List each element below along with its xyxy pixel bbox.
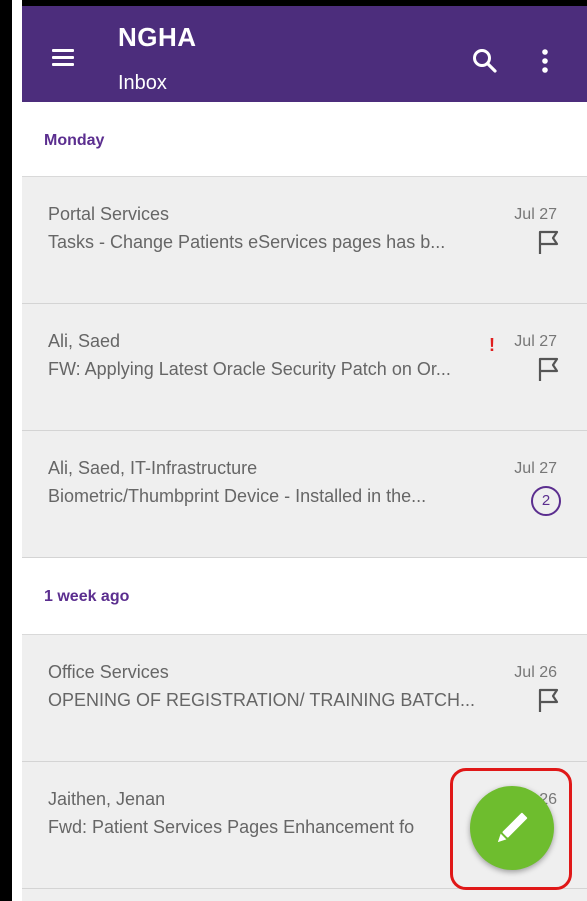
email-row[interactable]: Portal Services Jul 27 Tasks - Change Pa… [22,177,587,304]
search-button[interactable] [470,46,500,76]
menu-icon-line [52,49,74,52]
section-label: 1 week ago [44,588,130,605]
email-subject: Fwd: Patient Services Pages Enhancement … [48,817,415,837]
email-sender: Ali, Saed [48,331,121,351]
thread-count-badge: 2 [531,486,561,516]
email-subject: Tasks - Change Patients eServices pages … [48,232,446,252]
more-vert-icon [542,49,548,73]
email-subject: FW: Applying Latest Oracle Security Patc… [48,359,451,379]
app-screen: NGHA Inbox Monday Portal Services Jul 27… [22,6,587,901]
high-importance-icon: ! [489,335,495,355]
email-date: Jul 26 [514,664,557,681]
email-sender: Office Services [48,662,169,682]
email-row[interactable]: Ali, Saed ! Jul 27 FW: Applying Latest O… [22,304,587,431]
email-date: Jul 27 [514,460,557,477]
flag-button[interactable] [537,229,561,255]
email-date: Jul 27 [514,333,557,350]
email-subject: Biometric/Thumbprint Device - Installed … [48,486,427,506]
flag-icon [538,230,559,254]
compose-button[interactable] [470,786,554,870]
section-header-last-week: 1 week ago [22,558,587,635]
flag-button[interactable] [537,356,561,382]
pencil-icon [497,812,528,843]
frame-gap [12,0,22,901]
flag-icon [538,357,559,381]
app-bar: NGHA Inbox [22,6,587,102]
email-sender: Portal Services [48,204,170,224]
app-title: NGHA [118,22,197,52]
search-icon [473,49,497,73]
folder-name: Inbox [118,72,167,94]
overflow-menu-button[interactable] [530,46,560,76]
email-date: Jul 27 [514,206,557,223]
flag-icon [538,688,559,712]
flag-button[interactable] [537,687,561,713]
menu-button[interactable] [40,36,80,76]
device-frame: NGHA Inbox Monday Portal Services Jul 27… [0,0,587,901]
email-subject: OPENING OF REGISTRATION/ TRAINING BATCH.… [48,690,476,710]
email-row[interactable]: Office Services Jul 26 OPENING OF REGIST… [22,635,587,762]
email-sender: Ali, Saed, IT-Infrastructure [48,458,258,478]
frame-border-left [0,0,12,901]
section-label: Monday [44,132,105,149]
email-row[interactable]: Ali, Saed, IT-Infrastructure Jul 27 Biom… [22,431,587,558]
email-sender: Jaithen, Jenan [48,789,166,809]
menu-icon-line [52,63,74,66]
section-header-monday: Monday [22,102,587,177]
menu-icon-line [52,56,74,59]
